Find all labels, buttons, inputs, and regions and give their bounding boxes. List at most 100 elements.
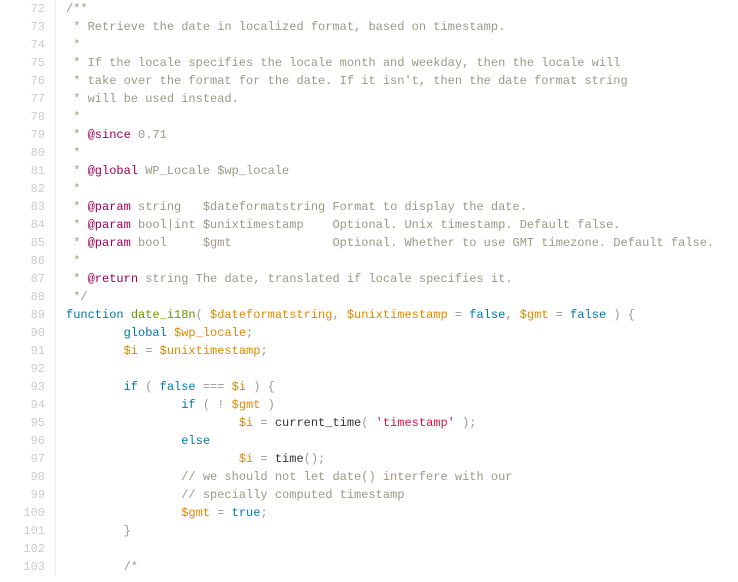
code-line[interactable]: * If the locale specifies the locale mon… bbox=[66, 54, 738, 72]
line-number: 101 bbox=[0, 522, 45, 540]
token: * bbox=[66, 272, 88, 286]
code-line[interactable]: function date_i18n( $dateformatstring, $… bbox=[66, 306, 738, 324]
line-number: 103 bbox=[0, 558, 45, 576]
token: ; bbox=[260, 506, 267, 520]
line-number: 92 bbox=[0, 360, 45, 378]
code-line[interactable]: * @param bool $gmt Optional. Whether to … bbox=[66, 234, 738, 252]
token: $gmt bbox=[181, 506, 210, 520]
code-line[interactable]: $i = time(); bbox=[66, 450, 738, 468]
code-line[interactable]: * Retrieve the date in localized format,… bbox=[66, 18, 738, 36]
token: } bbox=[124, 524, 131, 538]
code-line[interactable]: if ( ! $gmt ) bbox=[66, 396, 738, 414]
code-line[interactable]: global $wp_locale; bbox=[66, 324, 738, 342]
token bbox=[124, 308, 131, 322]
code-line[interactable]: // we should not let date() interfere wi… bbox=[66, 468, 738, 486]
line-number: 78 bbox=[0, 108, 45, 126]
line-number: 93 bbox=[0, 378, 45, 396]
token: ) { bbox=[246, 380, 275, 394]
code-line[interactable]: */ bbox=[66, 288, 738, 306]
token: date_i18n bbox=[131, 308, 196, 322]
token: $wp_locale bbox=[174, 326, 246, 340]
line-number: 83 bbox=[0, 198, 45, 216]
token: ) { bbox=[606, 308, 635, 322]
code-line[interactable]: * @since 0.71 bbox=[66, 126, 738, 144]
line-number: 88 bbox=[0, 288, 45, 306]
token: * Retrieve the date in localized format,… bbox=[66, 20, 505, 34]
line-number: 98 bbox=[0, 468, 45, 486]
line-number: 72 bbox=[0, 0, 45, 18]
token: bool|int $unixtimestamp Optional. Unix t… bbox=[131, 218, 621, 232]
token bbox=[66, 326, 124, 340]
code-line[interactable]: * @param bool|int $unixtimestamp Optiona… bbox=[66, 216, 738, 234]
token: WP_Locale $wp_locale bbox=[138, 164, 289, 178]
code-line[interactable]: * bbox=[66, 180, 738, 198]
token: ( bbox=[138, 380, 160, 394]
token: /** bbox=[66, 2, 88, 16]
token: * bbox=[66, 236, 88, 250]
token: string $dateformatstring Format to displ… bbox=[131, 200, 527, 214]
token: $i bbox=[239, 416, 253, 430]
token: ( bbox=[196, 308, 210, 322]
code-line[interactable]: $i = current_time( 'timestamp' ); bbox=[66, 414, 738, 432]
line-number: 86 bbox=[0, 252, 45, 270]
code-line[interactable]: if ( false === $i ) { bbox=[66, 378, 738, 396]
token: global bbox=[124, 326, 167, 340]
token bbox=[66, 344, 124, 358]
token bbox=[167, 326, 174, 340]
code-line[interactable]: * will be used instead. bbox=[66, 90, 738, 108]
code-content[interactable]: /** * Retrieve the date in localized for… bbox=[56, 0, 738, 576]
token: @since bbox=[88, 128, 131, 142]
token bbox=[66, 524, 124, 538]
token: * bbox=[66, 254, 80, 268]
token: $unixtimestamp bbox=[160, 344, 261, 358]
token: * If the locale specifies the locale mon… bbox=[66, 56, 621, 70]
token: time bbox=[275, 452, 304, 466]
token: string The date, translated if locale sp… bbox=[138, 272, 512, 286]
token: $i bbox=[124, 344, 138, 358]
code-line[interactable]: /* bbox=[66, 558, 738, 576]
token: * bbox=[66, 146, 80, 160]
token bbox=[66, 488, 181, 502]
token: = bbox=[138, 344, 160, 358]
token: ( ! bbox=[196, 398, 232, 412]
token: = bbox=[210, 506, 232, 520]
line-number: 90 bbox=[0, 324, 45, 342]
code-line[interactable] bbox=[66, 360, 738, 378]
line-number: 76 bbox=[0, 72, 45, 90]
code-line[interactable]: * @return string The date, translated if… bbox=[66, 270, 738, 288]
token: 'timestamp' bbox=[376, 416, 455, 430]
code-line[interactable]: /** bbox=[66, 0, 738, 18]
token: bool $gmt Optional. Whether to use GMT t… bbox=[131, 236, 714, 250]
token: ( bbox=[361, 416, 375, 430]
code-line[interactable]: * bbox=[66, 36, 738, 54]
code-line[interactable]: // specially computed timestamp bbox=[66, 486, 738, 504]
token bbox=[66, 416, 239, 430]
token: = bbox=[253, 452, 275, 466]
code-line[interactable]: * bbox=[66, 108, 738, 126]
line-number: 73 bbox=[0, 18, 45, 36]
code-line[interactable]: * take over the format for the date. If … bbox=[66, 72, 738, 90]
line-number-gutter: 7273747576777879808182838485868788899091… bbox=[0, 0, 56, 576]
code-line[interactable]: * @global WP_Locale $wp_locale bbox=[66, 162, 738, 180]
token: 0.71 bbox=[131, 128, 167, 142]
line-number: 102 bbox=[0, 540, 45, 558]
code-line[interactable] bbox=[66, 540, 738, 558]
line-number: 94 bbox=[0, 396, 45, 414]
code-line[interactable]: $gmt = true; bbox=[66, 504, 738, 522]
code-line[interactable]: * @param string $dateformatstring Format… bbox=[66, 198, 738, 216]
token: = bbox=[549, 308, 571, 322]
token: else bbox=[181, 434, 210, 448]
code-line[interactable]: } bbox=[66, 522, 738, 540]
code-line[interactable]: else bbox=[66, 432, 738, 450]
code-line[interactable]: * bbox=[66, 144, 738, 162]
token: @global bbox=[88, 164, 138, 178]
token: $gmt bbox=[232, 398, 261, 412]
token: // we should not let date() interfere wi… bbox=[181, 470, 512, 484]
token bbox=[66, 452, 239, 466]
token: * take over the format for the date. If … bbox=[66, 74, 628, 88]
token: false bbox=[469, 308, 505, 322]
token bbox=[66, 434, 181, 448]
code-line[interactable]: * bbox=[66, 252, 738, 270]
code-line[interactable]: $i = $unixtimestamp; bbox=[66, 342, 738, 360]
token: $gmt bbox=[520, 308, 549, 322]
